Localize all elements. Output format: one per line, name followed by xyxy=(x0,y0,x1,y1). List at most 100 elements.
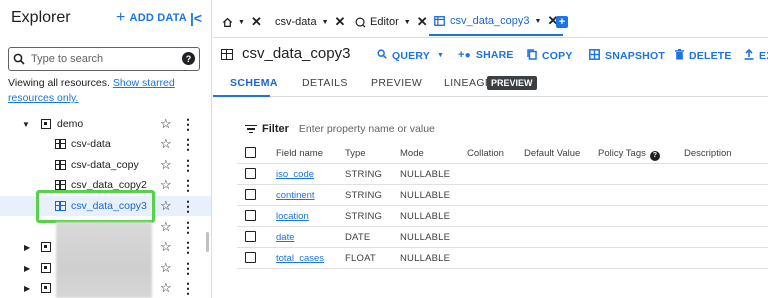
table-icon xyxy=(55,160,66,170)
star-icon[interactable]: ☆ xyxy=(160,198,172,214)
help-icon[interactable]: ? xyxy=(182,52,195,65)
field-type: STRING xyxy=(345,169,383,180)
column-header: Field name xyxy=(276,148,323,159)
field-name-link[interactable]: iso_code xyxy=(276,169,314,180)
row-checkbox[interactable] xyxy=(245,231,256,242)
viewing-label: Viewing all resources. xyxy=(8,77,110,89)
column-header: Mode xyxy=(400,148,424,159)
new-tab-icon[interactable]: + xyxy=(556,16,568,28)
select-all-checkbox[interactable] xyxy=(245,147,256,158)
tab-csv-data-copy3[interactable]: csv_data_copy3 ▼ ✕ xyxy=(429,8,564,36)
filter-bar[interactable]: Filter xyxy=(245,121,499,137)
star-icon[interactable]: ☆ xyxy=(160,239,172,255)
field-name-link[interactable]: location xyxy=(276,211,309,222)
tree-item-csv-data-copy[interactable]: csv-data_copy ☆ ⋮ xyxy=(0,155,211,175)
column-header: Type xyxy=(345,148,366,159)
column-header: Collation xyxy=(467,148,504,159)
dataset-icon xyxy=(41,242,51,252)
add-data-button[interactable]: + ADD DATA xyxy=(116,9,187,26)
row-checkbox[interactable] xyxy=(245,168,256,179)
tree-item-label: csv-data xyxy=(71,138,111,150)
tab-home[interactable]: ▼ ✕ xyxy=(222,8,262,36)
share-label: SHARE xyxy=(475,49,514,61)
tree-item-csv-data[interactable]: csv-data ☆ ⋮ xyxy=(0,134,211,154)
star-icon[interactable]: ☆ xyxy=(160,177,172,193)
star-icon[interactable]: ☆ xyxy=(160,157,172,173)
query-button[interactable]: QUERY ▼ xyxy=(377,49,444,62)
share-button[interactable]: +● SHARE xyxy=(458,49,514,61)
collapse-panel-icon[interactable]: |< xyxy=(190,10,202,26)
more-vert-icon[interactable]: ⋮ xyxy=(181,198,195,215)
more-vert-icon[interactable]: ⋮ xyxy=(181,239,195,256)
star-icon[interactable]: ☆ xyxy=(160,136,172,152)
field-name-link[interactable]: total_cases xyxy=(276,253,324,264)
tree-item-demo[interactable]: ▼ demo ☆ ⋮ xyxy=(0,114,211,134)
chevron-down-icon[interactable]: ▼ xyxy=(238,19,245,26)
snapshot-icon xyxy=(589,49,600,63)
chevron-down-icon[interactable]: ▼ xyxy=(322,19,329,26)
plus-icon: + xyxy=(116,9,126,26)
filter-input[interactable] xyxy=(298,123,499,135)
tab-details[interactable]: DETAILS xyxy=(302,77,348,89)
expand-right-icon[interactable]: ▶ xyxy=(24,243,30,252)
field-type: FLOAT xyxy=(345,253,376,264)
tab-csv-data[interactable]: csv-data ▼ ✕ xyxy=(275,8,345,36)
filter-label: Filter xyxy=(262,123,289,135)
add-data-label: ADD DATA xyxy=(129,12,187,24)
table-icon xyxy=(221,49,233,60)
scrollbar[interactable] xyxy=(206,232,209,252)
tab-lineage[interactable]: LINEAGE xyxy=(444,77,492,89)
tab-bar: ▼ ✕ csv-data ▼ ✕ Editor ▼ ✕ csv_data_cop… xyxy=(213,0,768,38)
table-row: iso_code STRING NULLABLE xyxy=(237,164,768,185)
field-mode: NULLABLE xyxy=(400,211,451,222)
close-icon[interactable]: ✕ xyxy=(335,14,346,30)
redacted-area xyxy=(56,222,152,298)
tab-preview[interactable]: PREVIEW xyxy=(371,77,422,89)
tree-item-label: demo xyxy=(57,118,84,130)
row-checkbox[interactable] xyxy=(245,210,256,221)
more-vert-icon[interactable]: ⋮ xyxy=(181,116,195,133)
field-name-link[interactable]: continent xyxy=(276,190,315,201)
more-vert-icon[interactable]: ⋮ xyxy=(181,280,195,297)
active-tab-indicator xyxy=(213,95,270,97)
row-checkbox[interactable] xyxy=(245,189,256,200)
table-icon xyxy=(55,180,66,190)
tab-label: csv_data_copy3 xyxy=(450,15,530,27)
table-row: continent STRING NULLABLE xyxy=(237,185,768,206)
copy-button[interactable]: COPY xyxy=(527,49,573,63)
star-icon[interactable]: ☆ xyxy=(160,219,172,235)
lineage-preview-badge: PREVIEW xyxy=(487,76,537,90)
more-vert-icon[interactable]: ⋮ xyxy=(181,136,195,153)
row-checkbox[interactable] xyxy=(245,252,256,263)
tree-item-label: csv-data_copy xyxy=(71,159,139,171)
expand-right-icon[interactable]: ▶ xyxy=(24,284,30,293)
delete-button[interactable]: DELETE xyxy=(675,49,732,63)
chevron-down-icon[interactable]: ▼ xyxy=(404,19,411,26)
search-icon xyxy=(377,49,387,62)
more-vert-icon[interactable]: ⋮ xyxy=(181,177,195,194)
star-icon[interactable]: ☆ xyxy=(160,116,172,132)
copy-icon xyxy=(527,49,537,63)
home-icon xyxy=(222,17,233,27)
tab-editor[interactable]: Editor ▼ ✕ xyxy=(355,8,428,36)
export-button[interactable]: EX xyxy=(744,48,768,63)
help-icon[interactable]: ? xyxy=(649,150,660,161)
star-icon[interactable]: ☆ xyxy=(160,260,172,276)
more-vert-icon[interactable]: ⋮ xyxy=(181,219,195,236)
search-icon xyxy=(13,53,31,65)
field-name-link[interactable]: date xyxy=(276,232,295,243)
column-header: Description xyxy=(684,148,732,159)
chevron-down-icon[interactable]: ▼ xyxy=(535,18,542,25)
snapshot-button[interactable]: SNAPSHOT xyxy=(589,49,665,63)
search-input[interactable] xyxy=(31,53,171,65)
explorer-search[interactable]: ? xyxy=(8,47,200,71)
more-vert-icon[interactable]: ⋮ xyxy=(181,157,195,174)
star-icon[interactable]: ☆ xyxy=(160,280,172,296)
expand-right-icon[interactable]: ▶ xyxy=(24,264,30,273)
more-vert-icon[interactable]: ⋮ xyxy=(181,260,195,277)
close-icon[interactable]: ✕ xyxy=(417,14,428,30)
field-mode: NULLABLE xyxy=(400,232,451,243)
tab-schema[interactable]: SCHEMA xyxy=(230,77,278,89)
close-icon[interactable]: ✕ xyxy=(251,14,262,30)
expand-down-icon[interactable]: ▼ xyxy=(22,120,30,129)
